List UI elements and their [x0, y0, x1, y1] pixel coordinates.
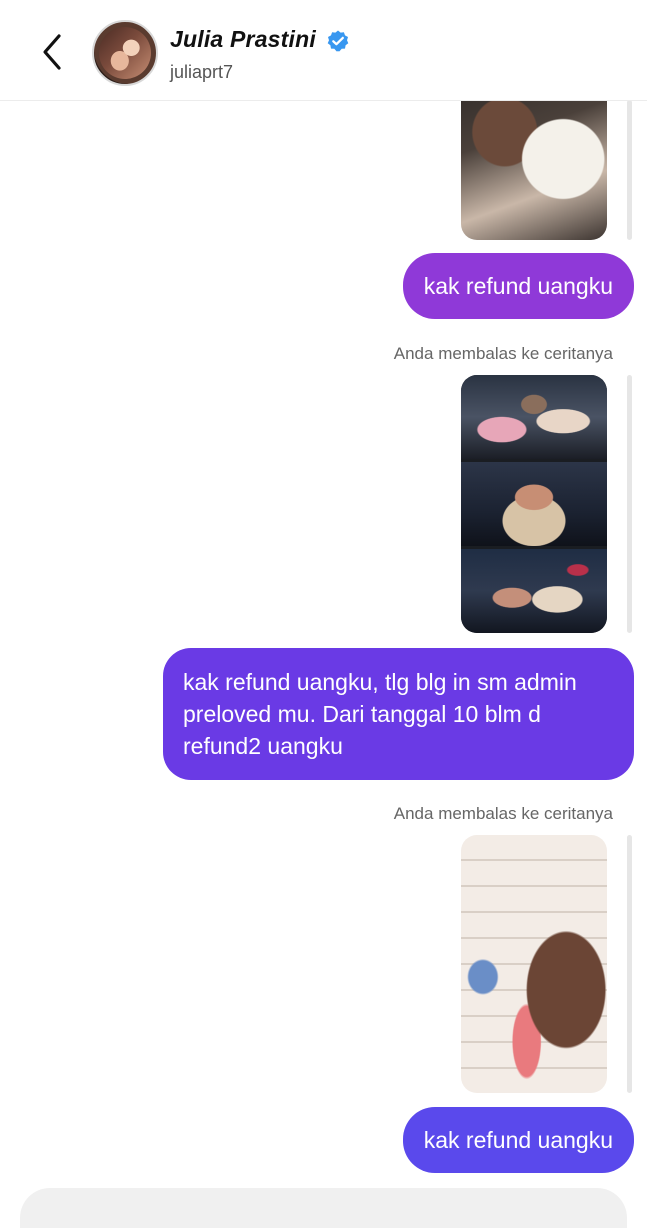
photo-panel [461, 549, 607, 633]
verified-badge-icon [327, 30, 349, 52]
story-reply-indicator-bar [627, 375, 632, 633]
chevron-left-icon [43, 34, 61, 70]
message-bubble[interactable]: kak refund uangku [402, 1107, 634, 1173]
story-reply-indicator-bar [627, 835, 632, 1093]
story-reply-label: Anda membalas ke ceritanya [393, 804, 613, 823]
chat-header: Julia Prastini juliaprt7 [0, 0, 647, 101]
photo-panel [461, 462, 607, 546]
profile-name[interactable]: Julia Prastini [170, 26, 316, 53]
photo-panel [461, 375, 607, 459]
message-bubble[interactable]: kak refund uangku [402, 253, 634, 319]
message-bubble[interactable]: kak refund uangku, tlg blg in sm admin p… [163, 648, 634, 780]
message-composer[interactable] [20, 1188, 627, 1228]
story-reply-label: Anda membalas ke ceritanya [393, 344, 613, 363]
back-button[interactable] [30, 30, 74, 74]
avatar[interactable] [92, 20, 158, 86]
story-reply-image[interactable] [461, 835, 607, 1093]
story-reply-indicator-bar [627, 100, 632, 240]
message-thread[interactable]: kak refund uangku Anda membalas ke cerit… [0, 60, 647, 1228]
story-reply-image[interactable] [461, 375, 607, 633]
profile-username: juliaprt7 [170, 62, 234, 82]
avatar-photo [99, 27, 151, 79]
